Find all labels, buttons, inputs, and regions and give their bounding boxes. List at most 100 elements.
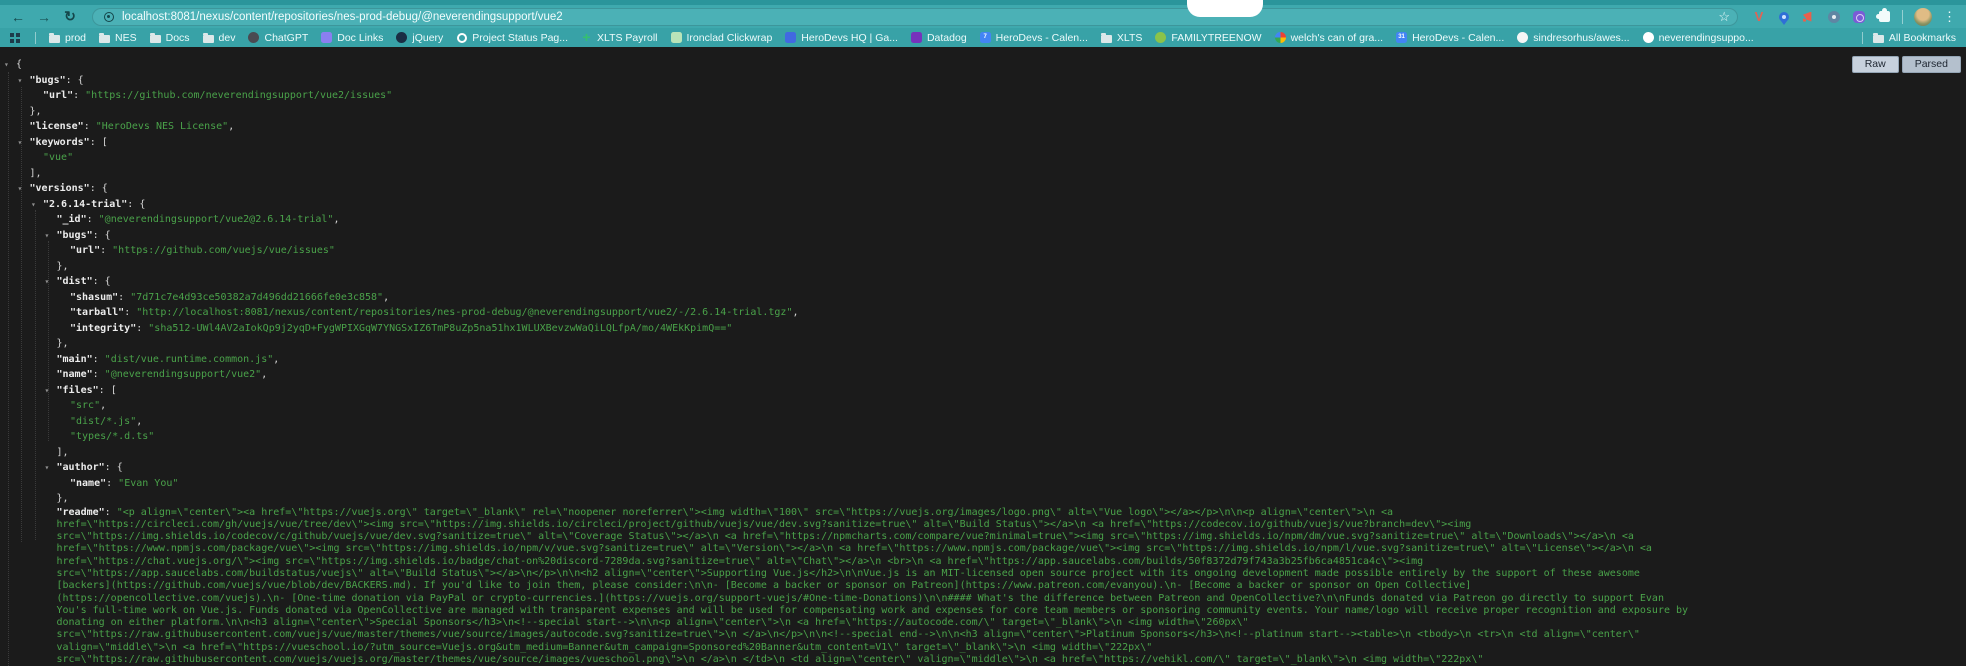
json-key: "bugs" [30, 75, 66, 86]
apps-grid-icon[interactable] [10, 33, 20, 43]
collapse-toggle-icon[interactable]: ▾ [4, 57, 9, 73]
json-string-value: "dist/vue.runtime.common.js" [105, 354, 274, 365]
plus-icon: + [581, 32, 592, 43]
bookmark-item[interactable]: neverendingsuppo... [1643, 32, 1754, 44]
square-icon [911, 32, 922, 43]
json-line: }, [0, 259, 1966, 275]
json-string-value: "http://localhost:8081/nexus/content/rep… [136, 307, 792, 318]
bookmark-item[interactable]: 31HeroDevs - Calen... [1396, 32, 1504, 44]
vue-devtools-icon[interactable]: V [1752, 10, 1766, 24]
url-input[interactable]: localhost:8081/nexus/content/repositorie… [122, 11, 1710, 23]
bookmark-item[interactable]: Project Status Pag... [456, 32, 568, 44]
bookmark-item[interactable]: sindresorhus/awes... [1517, 32, 1629, 44]
bookmark-item[interactable]: ChatGPT [248, 32, 308, 44]
json-string-value: "sha512-UWl4AV2aIokQp9j2yqD+FygWPIXGqW7Y… [148, 323, 732, 334]
collapse-toggle-icon[interactable]: ▾ [18, 135, 23, 151]
json-colon: : [84, 121, 96, 132]
bookmark-label: neverendingsuppo... [1659, 32, 1754, 44]
ring-icon [456, 32, 467, 43]
json-string-value: "https://github.com/neverendingsupport/v… [85, 90, 392, 101]
bookmark-item[interactable]: NES [99, 32, 137, 44]
json-colon: : [127, 199, 139, 210]
json-punctuation: , [383, 292, 389, 303]
json-punctuation: }, [57, 493, 69, 504]
collapse-toggle-icon[interactable]: ▾ [31, 197, 36, 213]
json-line: ▾"keywords": [ [0, 135, 1966, 151]
json-punctuation: [ [111, 385, 117, 396]
json-punctuation: , [261, 369, 267, 380]
parsed-button[interactable]: Parsed [1902, 56, 1961, 73]
json-punctuation: ], [57, 447, 69, 458]
reload-button[interactable]: ↻ [60, 7, 80, 27]
collapse-toggle-icon[interactable]: ▾ [45, 460, 50, 476]
json-line: }, [0, 336, 1966, 352]
bookmark-item[interactable]: + XLTS Payroll [581, 32, 658, 44]
bookmark-item[interactable]: prod [49, 32, 86, 44]
bookmark-item[interactable]: XLTS [1101, 32, 1142, 44]
json-line: "shasum": "7d71c7e4d93ce50382a7d496dd216… [0, 290, 1966, 306]
bookmark-item[interactable]: Datadog [911, 32, 967, 44]
bookmark-item[interactable]: HeroDevs HQ | Ga... [785, 32, 898, 44]
json-punctuation: , [228, 121, 234, 132]
json-key: "name" [57, 369, 93, 380]
back-button[interactable]: ← [8, 7, 28, 27]
bookmark-item[interactable]: 7HeroDevs - Calen... [980, 32, 1088, 44]
bookmark-item[interactable]: welch's can of gra... [1275, 32, 1383, 44]
json-line: "url": "https://github.com/vuejs/vue/iss… [0, 243, 1966, 259]
profile-avatar[interactable] [1914, 8, 1932, 26]
collapse-toggle-icon[interactable]: ▾ [45, 228, 50, 244]
square-icon [671, 32, 682, 43]
all-bookmarks-button[interactable]: All Bookmarks [1873, 32, 1956, 44]
json-tree: ▾{▾"bugs": {"url": "https://github.com/n… [0, 47, 1966, 666]
bookmark-item[interactable]: FAMILYTREENOW [1155, 32, 1261, 44]
toolbar-separator [1902, 10, 1903, 24]
json-colon: : [124, 307, 136, 318]
collapse-toggle-icon[interactable]: ▾ [18, 181, 23, 197]
browser-chrome: ← → ↻ localhost:8081/nexus/content/repos… [0, 0, 1966, 47]
json-line: "name": "@neverendingsupport/vue2", [0, 367, 1966, 383]
bookmark-item[interactable]: Ironclad Clickwrap [671, 32, 773, 44]
json-string-value: "src" [70, 400, 100, 411]
json-line: "src", [0, 398, 1966, 414]
json-key: "versions" [30, 183, 90, 194]
bookmark-item[interactable]: Docs [150, 32, 190, 44]
json-key: "readme" [57, 507, 105, 518]
json-punctuation: , [792, 307, 798, 318]
json-key: "files" [57, 385, 99, 396]
recorder-extension-icon[interactable] [1827, 10, 1841, 24]
browser-toolbar: ← → ↻ localhost:8081/nexus/content/repos… [0, 5, 1966, 28]
json-viewer: Raw Parsed ▾{▾"bugs": {"url": "https://g… [0, 47, 1966, 666]
site-info-icon[interactable] [104, 12, 114, 22]
collapse-toggle-icon[interactable]: ▾ [18, 73, 23, 89]
bookmark-item[interactable]: Doc Links [321, 32, 383, 44]
collapse-toggle-icon[interactable]: ▾ [45, 274, 50, 290]
password-extension-icon[interactable] [1852, 10, 1866, 24]
forward-button[interactable]: → [34, 7, 54, 27]
json-punctuation: ], [30, 168, 42, 179]
json-line: "name": "Evan You" [0, 476, 1966, 492]
bookmark-label: XLTS [1117, 32, 1142, 44]
megaphone-extension-icon[interactable] [1802, 10, 1816, 24]
kebab-menu-icon[interactable]: ⋮ [1943, 10, 1956, 23]
bookmark-star-icon[interactable]: ☆ [1718, 10, 1730, 23]
address-bar[interactable]: localhost:8081/nexus/content/repositorie… [92, 8, 1738, 26]
bookmark-item[interactable]: jQuery [396, 32, 443, 44]
json-line: ▾"versions": { [0, 181, 1966, 197]
screen-notch [1187, 0, 1263, 17]
map-pin-extension-icon[interactable] [1777, 10, 1791, 24]
bookmark-label: Docs [166, 32, 190, 44]
json-string-value: "dist/*.js" [70, 416, 136, 427]
dot-icon [1517, 32, 1528, 43]
extensions-puzzle-icon[interactable] [1877, 10, 1891, 24]
dot-icon [248, 32, 259, 43]
json-key: "main" [57, 354, 93, 365]
json-string-value: "@neverendingsupport/vue2" [105, 369, 262, 380]
json-line: ▾{ [0, 57, 1966, 73]
collapse-toggle-icon[interactable]: ▾ [45, 383, 50, 399]
json-punctuation: }, [30, 106, 42, 117]
folder-icon [150, 32, 161, 43]
bookmark-label: XLTS Payroll [597, 32, 658, 44]
raw-button[interactable]: Raw [1852, 56, 1899, 73]
bookmark-item[interactable]: dev [203, 32, 236, 44]
bookmark-label: welch's can of gra... [1291, 32, 1383, 44]
